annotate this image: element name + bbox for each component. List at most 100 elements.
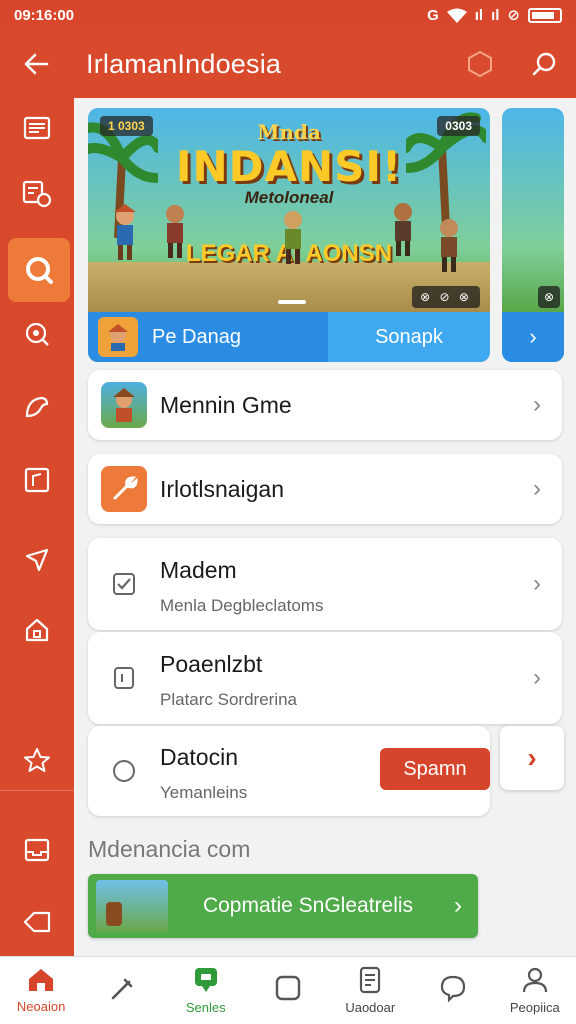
alarm-icon: ⊘: [507, 7, 520, 24]
list-item-label: Madem: [160, 556, 237, 583]
banner-game-label: Pe Danag: [152, 325, 241, 348]
chevron-right-icon: ›: [454, 892, 462, 919]
tag-icon: [23, 911, 51, 933]
nav-label: Senles: [185, 1000, 226, 1015]
banner-game-button[interactable]: Pe Danag: [88, 312, 328, 362]
newspaper-icon: [23, 116, 51, 140]
list-item-tools[interactable]: Irlotlsnaigan ›: [88, 454, 562, 524]
rail-item-favorites[interactable]: [0, 730, 74, 790]
next-button[interactable]: ›: [500, 726, 564, 790]
hexagon-icon: [468, 50, 492, 78]
status-time: 09:16:00: [14, 6, 75, 24]
home-icon: [29, 969, 54, 991]
rail-item-home[interactable]: [0, 600, 74, 660]
chevron-right-icon: ›: [533, 391, 541, 418]
nav-item-upload[interactable]: Uaodoar: [329, 957, 411, 1024]
character-image: [114, 204, 136, 260]
list-item-poaenlzbt[interactable]: Poaenlzbt Platarc Sordrerina ›: [88, 632, 562, 724]
nav-item-people[interactable]: Peopiica: [494, 957, 576, 1024]
spam-button[interactable]: Spamn: [380, 748, 490, 790]
promo-label: Copmatie SnGleatrelis: [202, 894, 414, 917]
chat-icon: [440, 975, 465, 1002]
banner-controls[interactable]: ⊗ ⊘ ⊗: [412, 286, 480, 308]
peek-next-button[interactable]: ›: [502, 312, 564, 362]
banner-install-button[interactable]: Sonapk: [328, 312, 490, 362]
list-item-label: Poaenlzbt: [160, 650, 263, 677]
wifi-icon: [446, 8, 467, 23]
tools-app-icon: [101, 466, 147, 512]
rail-item-dashboard[interactable]: [0, 164, 74, 224]
list-item-madem[interactable]: Madem Menla Degbleclatoms ›: [88, 538, 562, 630]
chevron-right-icon: ›: [527, 742, 537, 773]
banner-title-small: Mnda: [257, 120, 321, 144]
rail-item-send[interactable]: [0, 530, 74, 590]
search-icon: [26, 257, 53, 284]
banner-subtitle: Metoloneal: [244, 188, 334, 207]
nav-item-chat[interactable]: [411, 957, 493, 1024]
character-image: [440, 219, 458, 272]
signal-icon-2: ıl: [491, 6, 500, 24]
bottom-nav: Neoaion Senles Uaodoar Peopiica: [0, 956, 576, 1024]
rail-divider: [0, 790, 74, 791]
list-item-game[interactable]: Mennin Gme ›: [88, 370, 562, 440]
signal-icon: ıl: [474, 6, 484, 24]
person-icon: [522, 967, 547, 993]
nav-item-tools[interactable]: [82, 957, 164, 1024]
shield-button[interactable]: [448, 30, 512, 98]
square-icon: [275, 975, 301, 1000]
rail-item-tags[interactable]: [0, 892, 74, 952]
nav-label: Peopiica: [509, 1000, 560, 1015]
search-button[interactable]: [512, 30, 576, 98]
tools-icon: [112, 978, 133, 999]
nav-item-home[interactable]: Neoaion: [0, 957, 82, 1024]
carousel-indicator: [278, 300, 306, 304]
promo-banner[interactable]: Copmatie SnGleatrelis ›: [88, 874, 478, 938]
chevron-right-icon: ›: [533, 570, 541, 597]
house-icon: [25, 618, 49, 642]
banner-title: INDANSI!: [175, 142, 403, 191]
nav-item-games[interactable]: Senles: [165, 957, 247, 1024]
next-banner-peek[interactable]: ⊗ ›: [502, 108, 564, 362]
arrow-left-icon: [24, 53, 49, 75]
featured-banner[interactable]: 1 0303 0303 Mnda INDANSI! Metoloneal LEG…: [88, 108, 490, 362]
nav-item-square[interactable]: [247, 957, 329, 1024]
list-item-sub: Platarc Sordrerina: [160, 689, 298, 709]
main-content: 1 0303 0303 Mnda INDANSI! Metoloneal LEG…: [74, 98, 576, 956]
nav-label: Uaodoar: [345, 1000, 396, 1015]
chevron-right-icon: ›: [533, 475, 541, 502]
page-title: IrlamanIndoesia: [86, 48, 282, 79]
status-icons: G ıl ıl ⊘: [427, 6, 562, 24]
checkbox-icon: [112, 572, 136, 596]
rail-item-social[interactable]: [0, 378, 74, 438]
circle-icon: [112, 759, 136, 783]
rail-item-news[interactable]: [0, 98, 74, 158]
music-icon: [24, 467, 50, 493]
rail-item-discover[interactable]: [0, 304, 74, 364]
rail-item-music[interactable]: [0, 450, 74, 510]
rail-item-inbox[interactable]: [0, 820, 74, 880]
chevron-right-icon: ›: [533, 664, 541, 691]
battery-icon: [528, 7, 562, 23]
bird-icon: [25, 396, 49, 418]
send-icon: [25, 548, 49, 572]
section-title: Mdenancia com: [88, 836, 251, 862]
document-icon: [112, 666, 136, 690]
promo-thumbnail: [96, 880, 168, 932]
games-icon: [194, 968, 217, 992]
document-icon: [360, 966, 381, 994]
character-image: [394, 203, 412, 256]
banner-action-bar: Pe Danag Sonapk: [88, 312, 490, 362]
side-rail: [0, 98, 74, 956]
back-button[interactable]: [0, 30, 72, 98]
character-image: [166, 205, 184, 258]
rail-item-search[interactable]: [8, 238, 70, 302]
discover-icon: [25, 322, 49, 346]
dashboard-icon: [22, 180, 52, 208]
star-icon: [24, 748, 50, 772]
character-image: [284, 211, 302, 264]
app-bar: IrlamanIndoesia: [0, 30, 576, 98]
list-item-sub: Menla Degbleclatoms: [160, 595, 324, 615]
game-avatar-icon: [98, 317, 138, 357]
peek-controls: ⊗: [538, 286, 561, 308]
inbox-icon: [24, 838, 50, 862]
